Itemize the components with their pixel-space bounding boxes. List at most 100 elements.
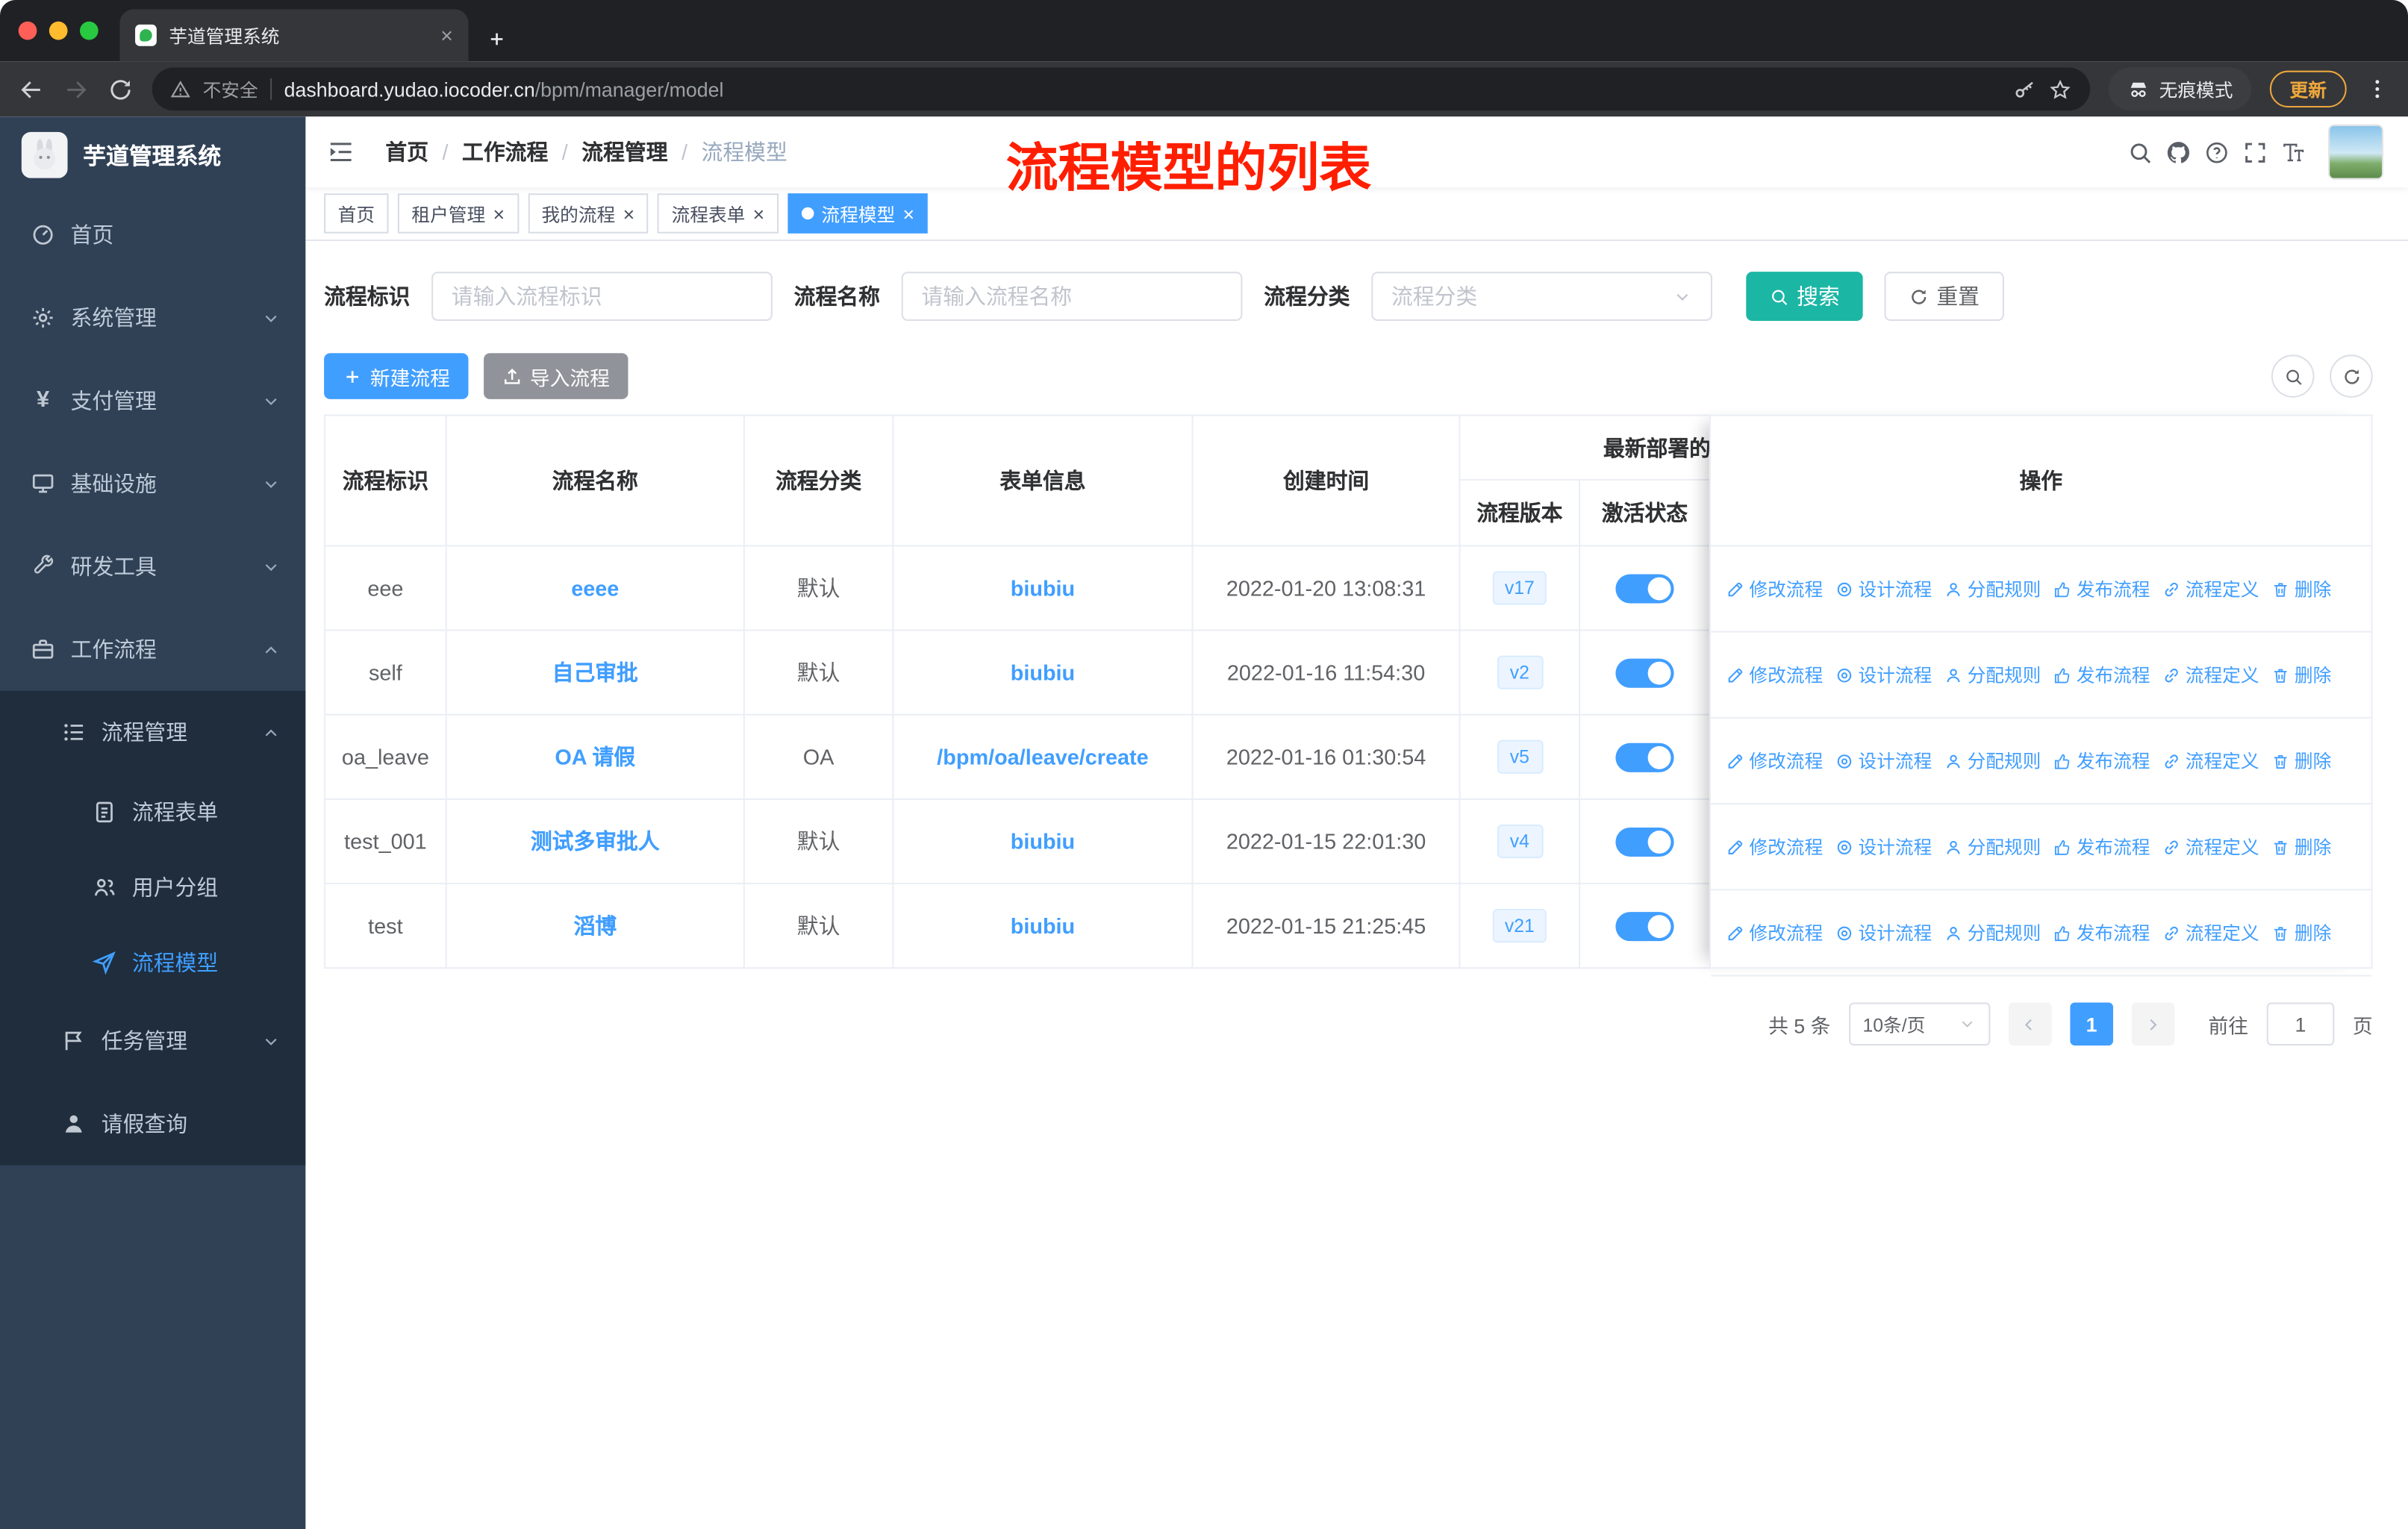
- breadcrumb-home[interactable]: 首页: [385, 137, 428, 167]
- tab-close-icon[interactable]: ×: [440, 25, 453, 46]
- delete-link[interactable]: 删除: [2271, 748, 2331, 774]
- assign-rule-link[interactable]: 分配规则: [1944, 919, 2041, 945]
- tag-close-icon[interactable]: ×: [623, 204, 635, 224]
- form-info-link[interactable]: biubiu: [1011, 660, 1075, 685]
- active-toggle[interactable]: [1615, 742, 1674, 772]
- publish-process-link[interactable]: 发布流程: [2053, 919, 2150, 945]
- breadcrumb-workflow[interactable]: 工作流程: [428, 137, 548, 167]
- publish-process-link[interactable]: 发布流程: [2053, 576, 2150, 602]
- assign-rule-link[interactable]: 分配规则: [1944, 834, 2041, 860]
- window-minimize-button[interactable]: [49, 21, 68, 40]
- process-category-select[interactable]: 流程分类: [1371, 272, 1713, 321]
- design-process-link[interactable]: 设计流程: [1835, 834, 1932, 860]
- process-definition-link[interactable]: 流程定义: [2162, 919, 2259, 945]
- sidebar-item-system-management[interactable]: 系统管理: [0, 276, 305, 359]
- process-id-input[interactable]: [431, 272, 773, 321]
- sidebar-item-leave-query[interactable]: 请假查询: [0, 1082, 305, 1165]
- process-name-link[interactable]: 自己审批: [552, 660, 638, 685]
- page-size-select[interactable]: 10条/页: [1849, 1002, 1991, 1046]
- fullscreen-icon[interactable]: [2242, 139, 2268, 165]
- assign-rule-link[interactable]: 分配规则: [1944, 662, 2041, 688]
- publish-process-link[interactable]: 发布流程: [2053, 662, 2150, 688]
- process-definition-link[interactable]: 流程定义: [2162, 576, 2259, 602]
- sidebar-item-user-group[interactable]: 用户分组: [0, 849, 305, 925]
- edit-process-link[interactable]: 修改流程: [1727, 662, 1823, 688]
- process-definition-link[interactable]: 流程定义: [2162, 748, 2259, 774]
- publish-process-link[interactable]: 发布流程: [2053, 748, 2150, 774]
- app-logo[interactable]: 芋道管理系统: [0, 116, 305, 193]
- tag-close-icon[interactable]: ×: [493, 204, 505, 224]
- security-label[interactable]: 不安全: [203, 76, 258, 102]
- back-button[interactable]: [19, 76, 45, 102]
- sidebar-item-process-model[interactable]: 流程模型: [0, 925, 305, 1000]
- process-definition-link[interactable]: 流程定义: [2162, 834, 2259, 860]
- sidebar-item-process-form[interactable]: 流程表单: [0, 774, 305, 849]
- delete-link[interactable]: 删除: [2271, 576, 2331, 602]
- tag-tenant-management[interactable]: 租户管理 ×: [397, 193, 519, 234]
- process-name-link[interactable]: eeee: [571, 576, 619, 601]
- tag-home[interactable]: 首页: [324, 193, 389, 234]
- tag-close-icon[interactable]: ×: [753, 204, 765, 224]
- bookmark-star-icon[interactable]: [2049, 78, 2072, 101]
- edit-process-link[interactable]: 修改流程: [1727, 834, 1823, 860]
- password-key-icon[interactable]: [2013, 78, 2036, 101]
- window-close-button[interactable]: [18, 21, 37, 40]
- design-process-link[interactable]: 设计流程: [1835, 919, 1932, 945]
- font-size-icon[interactable]: [2280, 139, 2306, 165]
- active-toggle[interactable]: [1615, 657, 1674, 687]
- version-badge[interactable]: v5: [1496, 740, 1543, 774]
- process-name-link[interactable]: OA 请假: [555, 745, 635, 769]
- user-avatar[interactable]: [2328, 124, 2384, 180]
- sidebar-item-infrastructure[interactable]: 基础设施: [0, 443, 305, 525]
- delete-link[interactable]: 删除: [2271, 662, 2331, 688]
- tag-my-process[interactable]: 我的流程 ×: [527, 193, 649, 234]
- form-info-link[interactable]: biubiu: [1011, 913, 1075, 938]
- tag-process-form[interactable]: 流程表单 ×: [658, 193, 779, 234]
- design-process-link[interactable]: 设计流程: [1835, 748, 1932, 774]
- process-name-input[interactable]: [901, 272, 1243, 321]
- tag-process-model[interactable]: 流程模型 ×: [787, 193, 929, 234]
- sidebar-toggle-button[interactable]: [321, 132, 361, 172]
- form-info-link[interactable]: biubiu: [1011, 829, 1075, 854]
- sidebar-item-process-management[interactable]: 流程管理: [0, 691, 305, 774]
- assign-rule-link[interactable]: 分配规则: [1944, 576, 2041, 602]
- help-docs-icon[interactable]: [2203, 139, 2230, 165]
- github-icon[interactable]: [2165, 139, 2192, 165]
- browser-menu-icon[interactable]: [2365, 77, 2389, 101]
- delete-link[interactable]: 删除: [2271, 919, 2331, 945]
- design-process-link[interactable]: 设计流程: [1835, 662, 1932, 688]
- version-badge[interactable]: v21: [1492, 908, 1547, 943]
- edit-process-link[interactable]: 修改流程: [1727, 576, 1823, 602]
- refresh-table-button[interactable]: [2330, 354, 2373, 398]
- process-name-link[interactable]: 滔博: [573, 913, 617, 938]
- browser-update-button[interactable]: 更新: [2269, 70, 2347, 108]
- toggle-search-button[interactable]: [2271, 354, 2315, 398]
- search-button[interactable]: 搜索: [1746, 272, 1863, 321]
- import-process-button[interactable]: 导入流程: [484, 353, 628, 399]
- window-zoom-button[interactable]: [79, 21, 99, 40]
- active-toggle[interactable]: [1615, 573, 1674, 603]
- version-badge[interactable]: v2: [1496, 655, 1543, 690]
- browser-tab[interactable]: 芋道管理系统 ×: [119, 9, 469, 62]
- new-tab-button[interactable]: [487, 29, 507, 49]
- breadcrumb-process-management[interactable]: 流程管理: [548, 137, 667, 167]
- forward-button[interactable]: [63, 76, 89, 102]
- form-info-link[interactable]: biubiu: [1011, 576, 1075, 601]
- sidebar-item-payment-management[interactable]: ¥ 支付管理: [0, 359, 305, 442]
- version-badge[interactable]: v4: [1496, 824, 1543, 859]
- design-process-link[interactable]: 设计流程: [1835, 576, 1932, 602]
- active-toggle[interactable]: [1615, 911, 1674, 941]
- active-toggle[interactable]: [1615, 826, 1674, 857]
- process-definition-link[interactable]: 流程定义: [2162, 662, 2259, 688]
- publish-process-link[interactable]: 发布流程: [2053, 834, 2150, 860]
- create-process-button[interactable]: 新建流程: [324, 353, 469, 399]
- sidebar-item-dev-tools[interactable]: 研发工具: [0, 525, 305, 608]
- goto-page-input[interactable]: [2266, 1002, 2335, 1046]
- edit-process-link[interactable]: 修改流程: [1727, 748, 1823, 774]
- delete-link[interactable]: 删除: [2271, 834, 2331, 860]
- sidebar-item-home[interactable]: 首页: [0, 193, 305, 276]
- tag-close-icon[interactable]: ×: [902, 204, 914, 224]
- form-info-link[interactable]: /bpm/oa/leave/create: [937, 745, 1148, 769]
- version-badge[interactable]: v17: [1492, 571, 1547, 605]
- next-page-button[interactable]: [2131, 1002, 2175, 1046]
